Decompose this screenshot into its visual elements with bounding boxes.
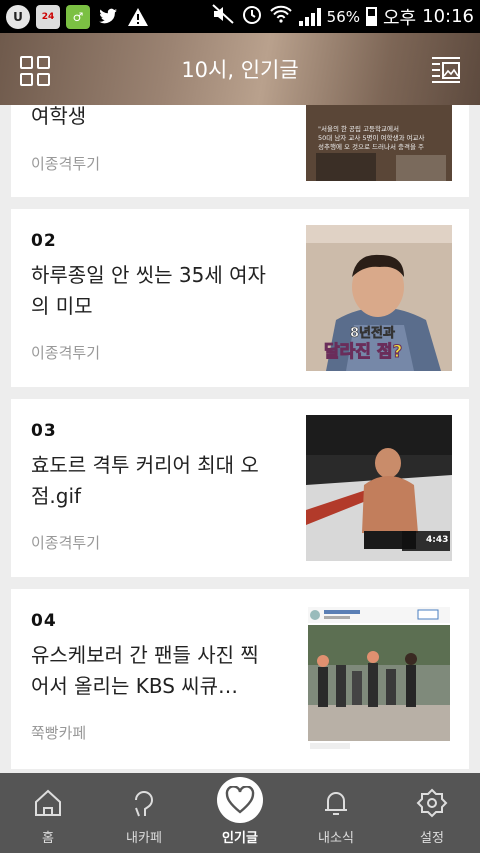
post-category: 이종격투기	[31, 344, 101, 362]
post-card-02[interactable]: 02 하루종일 안 씻는 35세 여자의 미모 이종격투기 8년전과 달라진 점…	[11, 209, 469, 387]
post-number: 03	[31, 421, 57, 441]
active-tab-indicator	[217, 777, 263, 823]
clock: 10:16	[422, 6, 474, 27]
ytn-icon: 24	[36, 4, 60, 29]
post-thumbnail: 4:43	[306, 415, 452, 561]
svg-text:성추행에 오 것으로 드러나서 충격을 주: 성추행에 오 것으로 드러나서 충격을 주	[318, 142, 424, 151]
mute-icon	[211, 4, 235, 29]
post-category: 쭉빵카페	[31, 724, 87, 742]
svg-text:50대 남자 교사 5명이 여학생과 여교사: 50대 남자 교사 5명이 여학생과 여교사	[318, 133, 424, 142]
post-title: 여학생	[31, 104, 87, 128]
tab-home[interactable]: 홈	[0, 773, 96, 853]
tab-settings[interactable]: 설정	[384, 773, 480, 853]
ampm: 오후	[383, 7, 417, 29]
tab-my-cafe[interactable]: 내카페	[96, 773, 192, 853]
post-number: 02	[31, 231, 57, 251]
wifi-icon	[269, 4, 293, 29]
post-title: 효도르 격투 커리어 최대 오점.gif	[31, 453, 259, 508]
app-header: 10시, 인기글	[0, 33, 480, 105]
svg-text:"서울의 한 공립 고등학교에서: "서울의 한 공립 고등학교에서	[318, 124, 399, 133]
tab-label: 인기글	[222, 831, 258, 846]
heart-icon	[225, 786, 255, 814]
tab-popular[interactable]: 인기글	[192, 773, 288, 853]
post-number: 04	[31, 611, 57, 631]
green-app-icon: ♂	[66, 4, 90, 29]
grid-view-button[interactable]	[20, 56, 50, 86]
home-icon	[35, 789, 61, 816]
gear-icon	[416, 788, 448, 818]
post-title: 유스케보러 간 팬들 사진 찍어서 올리는 KBS 씨큐…	[31, 643, 259, 698]
tab-label: 설정	[420, 831, 444, 846]
battery-percent: 56%	[326, 7, 360, 26]
status-bar: U 24 ♂ 56% 오후 10:16	[0, 0, 480, 33]
battery-icon	[366, 7, 377, 26]
list-image-view-button[interactable]	[430, 55, 462, 85]
grid-cell	[37, 73, 50, 86]
bottom-tab-bar: 홈 내카페 인기글 내소식 설정	[0, 773, 480, 853]
tab-notifications[interactable]: 내소식	[288, 773, 384, 853]
thumb-caption-1: 8년전과	[350, 325, 395, 341]
u-app-icon: U	[6, 4, 30, 29]
tab-label: 홈	[42, 831, 54, 846]
signal-icon	[298, 7, 321, 26]
thumb-caption-2: 달라진 점?	[324, 341, 402, 362]
post-card-04[interactable]: 04 유스케보러 간 팬들 사진 찍어서 올리는 KBS 씨큐… 쭉빵카페	[11, 589, 469, 769]
post-thumbnail: "서울의 한 공립 고등학교에서 50대 남자 교사 5명이 여학생과 여교사 …	[306, 105, 452, 181]
post-category: 이종격투기	[31, 155, 101, 173]
tab-label: 내카페	[126, 831, 162, 846]
tab-label: 내소식	[318, 831, 354, 846]
post-thumbnail	[306, 605, 452, 751]
post-category: 이종격투기	[31, 534, 101, 552]
bell-icon	[325, 792, 347, 815]
page-title: 10시, 인기글	[181, 58, 299, 82]
my-cafe-icon	[135, 791, 154, 817]
grid-cell	[37, 56, 50, 69]
grid-cell	[20, 73, 33, 86]
post-card-01[interactable]: 여학생 이종격투기 "서울의 한 공립 고등학교에서 50대 남자 교사 5명이…	[11, 104, 469, 197]
grid-cell	[20, 56, 33, 69]
post-card-03[interactable]: 03 효도르 격투 커리어 최대 오점.gif 이종격투기 4:43	[11, 399, 469, 577]
thumb-time: 4:43	[426, 535, 448, 545]
post-title: 하루종일 안 씻는 35세 여자의 미모	[31, 263, 266, 318]
warning-icon	[126, 5, 150, 29]
post-thumbnail: 8년전과 달라진 점?	[306, 225, 452, 371]
twitter-icon	[96, 5, 120, 29]
alarm-icon	[241, 3, 263, 30]
